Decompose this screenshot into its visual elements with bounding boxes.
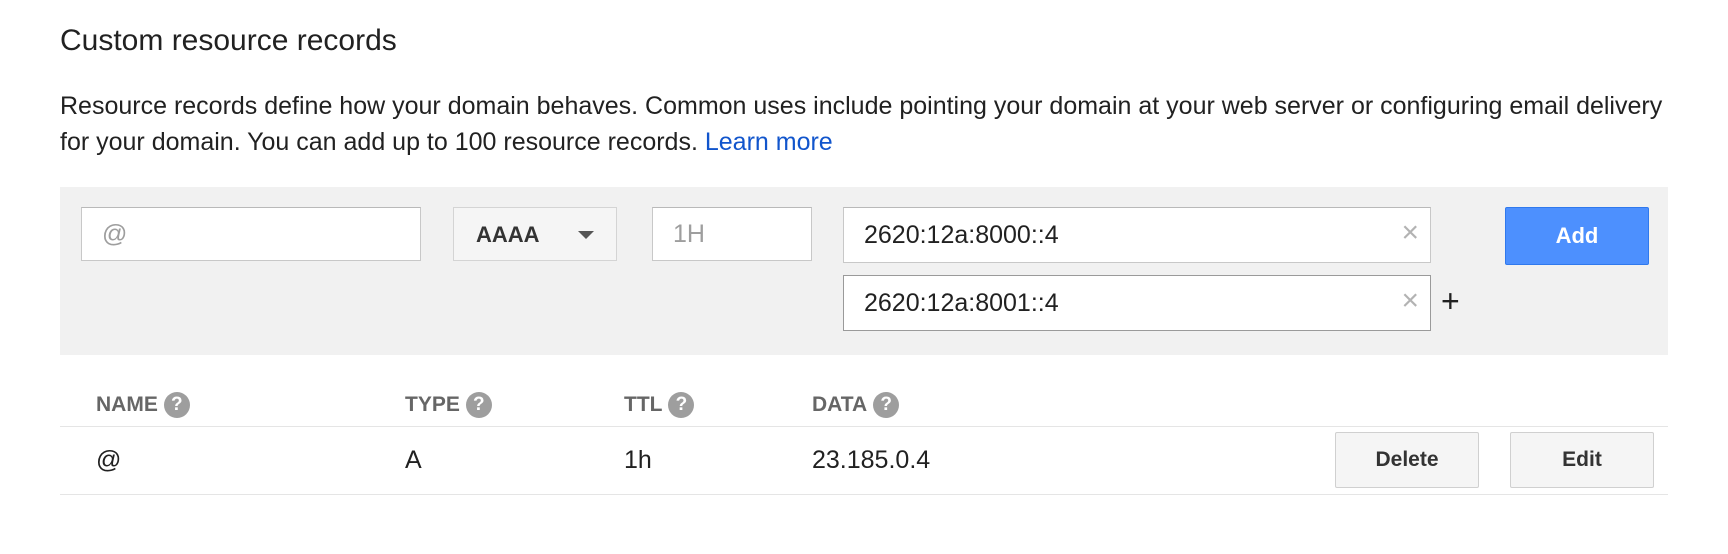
clear-icon[interactable]: × bbox=[1401, 286, 1419, 316]
add-button[interactable]: Add bbox=[1505, 207, 1649, 265]
type-select-value: AAAA bbox=[476, 222, 540, 247]
data-input-1[interactable] bbox=[843, 207, 1431, 263]
help-icon[interactable]: ? bbox=[465, 392, 492, 418]
learn-more-link[interactable]: Learn more bbox=[705, 128, 833, 156]
add-data-field-icon[interactable]: + bbox=[1441, 283, 1460, 319]
column-header-ttl: TTL ? bbox=[624, 392, 695, 418]
column-header-label: DATA bbox=[812, 393, 868, 416]
clear-icon[interactable]: × bbox=[1401, 218, 1419, 248]
record-ttl: 1h bbox=[624, 446, 652, 474]
column-header-type: TYPE ? bbox=[405, 392, 492, 418]
record-data: 23.185.0.4 bbox=[812, 446, 931, 474]
record-type: A bbox=[405, 446, 422, 474]
column-header-data: DATA ? bbox=[812, 392, 900, 418]
section-title: Custom resource records bbox=[60, 24, 397, 57]
add-record-form: AAAA × × + Add bbox=[60, 187, 1668, 355]
name-input[interactable] bbox=[81, 207, 421, 261]
description-text: Resource records define how your domain … bbox=[60, 92, 1663, 156]
column-header-name: NAME ? bbox=[96, 392, 190, 418]
section-description: Resource records define how your domain … bbox=[60, 88, 1680, 160]
ttl-input[interactable] bbox=[652, 207, 812, 261]
column-header-label: TTL bbox=[624, 393, 663, 416]
chevron-down-icon bbox=[578, 231, 594, 239]
delete-button[interactable]: Delete bbox=[1335, 432, 1479, 488]
data-field-1: × bbox=[843, 207, 1431, 263]
column-header-label: TYPE bbox=[405, 393, 460, 416]
help-icon[interactable]: ? bbox=[873, 392, 900, 418]
record-name: @ bbox=[96, 446, 122, 474]
help-icon[interactable]: ? bbox=[668, 392, 695, 418]
data-field-2: × bbox=[843, 275, 1431, 331]
divider bbox=[60, 426, 1668, 427]
column-header-label: NAME bbox=[96, 393, 158, 416]
edit-button[interactable]: Edit bbox=[1510, 432, 1654, 488]
data-input-2[interactable] bbox=[843, 275, 1431, 331]
type-select[interactable]: AAAA bbox=[453, 207, 617, 261]
help-icon[interactable]: ? bbox=[163, 392, 190, 418]
divider bbox=[60, 494, 1668, 495]
